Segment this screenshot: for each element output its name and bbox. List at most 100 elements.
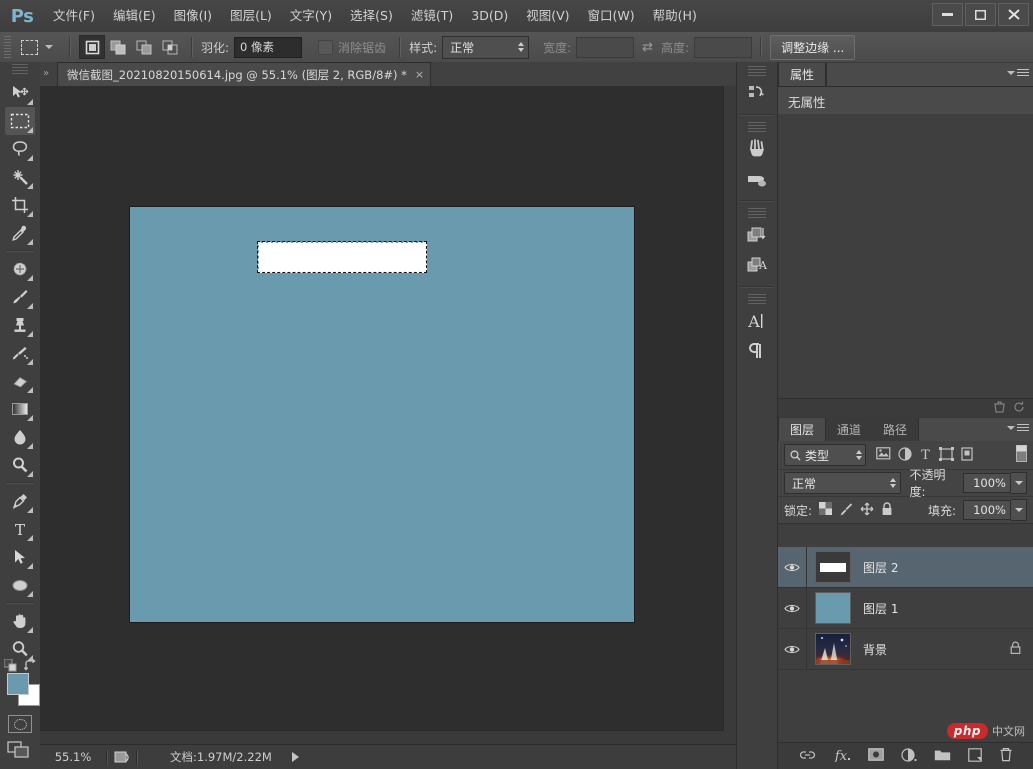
dock-grip[interactable] [748, 294, 766, 304]
menu-layer[interactable]: 图层(L) [221, 0, 281, 32]
image-canvas[interactable] [130, 207, 634, 622]
zoom-level[interactable]: 55.1% [40, 750, 100, 764]
layer-name[interactable]: 图层 1 [863, 600, 898, 617]
tab-channels[interactable]: 通道 [826, 418, 872, 441]
quick-mask-button[interactable] [8, 715, 32, 733]
clone-stamp-tool[interactable] [5, 311, 35, 339]
width-input[interactable] [576, 37, 634, 58]
menu-edit[interactable]: 编辑(E) [104, 0, 165, 32]
canvas-horizontal-scrollbar[interactable] [40, 730, 724, 745]
antialias-checkbox[interactable] [318, 40, 333, 55]
blend-mode-select[interactable]: 正常 [784, 472, 901, 494]
shape-filter-icon[interactable] [939, 447, 954, 464]
dock-grip[interactable] [748, 208, 766, 218]
feather-input[interactable]: 0 像素 [234, 37, 302, 58]
history-brush-tool[interactable] [5, 339, 35, 367]
tab-paths[interactable]: 路径 [872, 418, 918, 441]
layer-visibility-toggle[interactable] [778, 588, 807, 628]
menu-3d[interactable]: 3D(D) [462, 0, 517, 32]
intersect-selection-button[interactable] [157, 35, 183, 59]
table-row[interactable]: 背景 [778, 629, 1033, 670]
screen-mode-button[interactable] [7, 741, 33, 761]
tab-layers[interactable]: 图层 [778, 418, 826, 441]
opacity-chevron-down-icon[interactable] [1011, 472, 1027, 494]
layer-list[interactable]: 图层 2 图层 1 [778, 547, 1033, 717]
opacity-value[interactable]: 100% [963, 473, 1011, 493]
foreground-color-swatch[interactable] [7, 673, 29, 695]
tool-preset-chevron-down-icon[interactable] [45, 45, 53, 49]
blur-tool[interactable] [5, 423, 35, 451]
menu-help[interactable]: 帮助(H) [644, 0, 706, 32]
pixel-filter-icon[interactable] [876, 447, 891, 463]
delete-layer-icon[interactable] [999, 747, 1013, 765]
adjustment-filter-icon[interactable] [898, 447, 912, 464]
smart-object-filter-icon[interactable] [961, 447, 975, 464]
collapse-arrows-icon[interactable]: » [40, 62, 57, 86]
document-tab[interactable]: 微信截图_20210820150614.jpg @ 55.1% (图层 2, R… [57, 62, 431, 86]
close-icon[interactable]: × [415, 68, 424, 81]
dodge-tool[interactable] [5, 451, 35, 479]
magic-wand-tool[interactable] [5, 163, 35, 191]
filter-toggle-icon[interactable] [1016, 445, 1027, 465]
layer-visibility-toggle[interactable] [778, 547, 807, 587]
layer-style-fx-icon[interactable]: fx [833, 748, 851, 765]
minimize-button[interactable] [932, 3, 963, 26]
pen-tool[interactable] [5, 487, 35, 515]
layer-name[interactable]: 图层 2 [863, 559, 898, 576]
crop-tool[interactable] [5, 191, 35, 219]
menu-type[interactable]: 文字(Y) [281, 0, 341, 32]
rectangular-marquee-icon[interactable] [16, 35, 42, 59]
menu-image[interactable]: 图像(I) [165, 0, 221, 32]
lock-position-icon[interactable] [860, 502, 874, 519]
menu-file[interactable]: 文件(F) [44, 0, 104, 32]
brush-icon[interactable] [739, 164, 775, 194]
lock-all-icon[interactable] [881, 502, 893, 519]
style-select[interactable]: 正常 [442, 36, 529, 59]
layer-thumbnail[interactable] [815, 551, 851, 583]
history-icon[interactable] [739, 78, 775, 108]
lasso-tool[interactable] [5, 135, 35, 163]
eraser-tool[interactable] [5, 367, 35, 395]
tab-properties[interactable]: 属性 [778, 63, 826, 86]
fill-value[interactable]: 100% [963, 500, 1011, 520]
refine-edge-button[interactable]: 调整边缘 ... [770, 35, 855, 60]
dock-grip[interactable] [748, 122, 766, 132]
delete-icon[interactable] [994, 401, 1005, 416]
menu-window[interactable]: 窗口(W) [579, 0, 644, 32]
hand-tool[interactable] [5, 607, 35, 635]
layer-comps-icon[interactable] [739, 220, 775, 250]
tools-panel-grip[interactable] [12, 64, 28, 76]
marquee-selection-outline[interactable] [257, 241, 427, 273]
add-to-selection-button[interactable] [105, 35, 131, 59]
new-selection-button[interactable] [79, 35, 105, 59]
new-layer-icon[interactable] [968, 748, 982, 765]
menu-select[interactable]: 选择(S) [341, 0, 402, 32]
ellipse-shape-tool[interactable] [5, 571, 35, 599]
glyphs-icon[interactable]: A [739, 250, 775, 280]
link-layers-icon[interactable] [799, 749, 816, 764]
close-button[interactable] [998, 3, 1029, 26]
subtract-from-selection-button[interactable] [131, 35, 157, 59]
move-tool[interactable] [5, 79, 35, 107]
panel-menu-button[interactable] [1007, 422, 1029, 433]
layer-visibility-toggle[interactable] [778, 629, 807, 669]
lock-transparency-icon[interactable] [819, 502, 832, 518]
table-row[interactable]: 图层 1 [778, 588, 1033, 629]
lock-image-icon[interactable] [839, 502, 853, 519]
paragraph-icon[interactable] [739, 336, 775, 366]
dock-grip[interactable] [748, 66, 766, 76]
reset-icon[interactable] [1013, 401, 1025, 416]
add-mask-icon[interactable] [868, 748, 884, 764]
type-tool[interactable]: T [5, 515, 35, 543]
fill-chevron-down-icon[interactable] [1011, 499, 1027, 521]
options-bar-grip[interactable] [4, 36, 11, 58]
character-icon[interactable]: A [739, 306, 775, 336]
swap-arrows-icon[interactable]: ⇄ [642, 40, 653, 55]
gradient-tool[interactable] [5, 395, 35, 423]
spot-healing-brush-tool[interactable] [5, 255, 35, 283]
document-icon[interactable] [114, 750, 130, 764]
type-filter-icon[interactable]: T [919, 447, 932, 464]
height-input[interactable] [694, 37, 752, 58]
brush-tool[interactable] [5, 283, 35, 311]
play-arrow-icon[interactable] [292, 752, 299, 762]
